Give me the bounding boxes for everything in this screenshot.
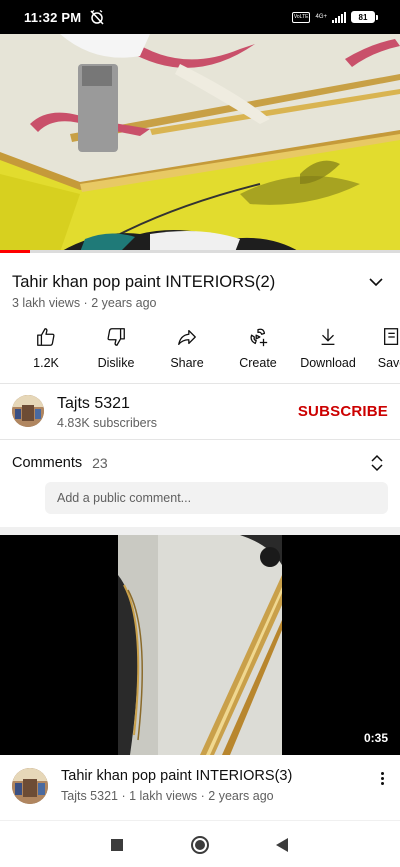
next-video-title[interactable]: Tahir khan pop paint INTERIORS(3) xyxy=(61,768,292,784)
section-separator xyxy=(0,527,400,535)
channel-row[interactable]: Tajts 5321 4.83K subscribers SUBSCRIBE xyxy=(12,395,388,431)
share-button[interactable]: Share xyxy=(151,326,223,370)
dislike-button[interactable]: Dislike xyxy=(80,326,152,370)
like-button[interactable]: 1.2K xyxy=(10,326,82,370)
share-label: Share xyxy=(170,356,204,370)
thumbs-down-icon xyxy=(107,328,125,346)
create-button[interactable]: Create xyxy=(222,326,294,370)
subscriber-count: 4.83K subscribers xyxy=(57,416,158,430)
system-navigation-bar xyxy=(0,820,400,867)
channel-avatar[interactable] xyxy=(12,395,44,427)
battery-level: 81 xyxy=(351,11,375,23)
status-time: 11:32 PM xyxy=(24,9,82,25)
save-button[interactable]: Save xyxy=(356,326,400,370)
status-icons: VoLTE 4G+ 81 xyxy=(291,11,378,23)
next-channel-avatar[interactable] xyxy=(12,768,48,804)
video-player[interactable] xyxy=(0,34,400,252)
like-count: 1.2K xyxy=(33,356,59,370)
action-bar: 1.2K Dislike Share Create Download Sav xyxy=(0,326,400,376)
share-icon xyxy=(178,329,196,345)
divider xyxy=(0,439,400,440)
download-icon xyxy=(321,328,335,345)
unfold-icon xyxy=(371,454,383,472)
alarm-off-icon xyxy=(90,9,104,25)
comments-count: 23 xyxy=(92,455,108,471)
back-button[interactable] xyxy=(270,833,294,857)
channel-name[interactable]: Tajts 5321 xyxy=(57,395,130,413)
next-video-meta: Tajts 5321 · 1 lakh views · 2 years ago xyxy=(61,789,274,803)
back-icon xyxy=(276,838,288,852)
comment-input[interactable]: Add a public comment... xyxy=(45,482,388,514)
next-video-thumbnail[interactable]: 0:35 xyxy=(0,535,400,755)
network-type: 4G+ xyxy=(315,13,327,20)
divider xyxy=(0,383,400,384)
signal-icon xyxy=(332,11,346,23)
comments-expand-button[interactable] xyxy=(366,452,388,474)
download-button[interactable]: Download xyxy=(292,326,364,370)
comments-label: Comments xyxy=(12,455,83,471)
video-title-row[interactable]: Tahir khan pop paint INTERIORS(2) xyxy=(12,270,388,294)
save-icon xyxy=(384,328,399,345)
thumbnail-image xyxy=(0,535,400,755)
status-bar: 11:32 PM VoLTE 4G+ 81 xyxy=(0,0,400,34)
home-icon xyxy=(191,836,209,854)
create-icon xyxy=(250,328,268,347)
progress-bar[interactable] xyxy=(0,250,400,253)
video-meta: 3 lakh views · 2 years ago xyxy=(12,296,157,310)
volte-badge: VoLTE xyxy=(291,11,311,23)
more-options-icon[interactable] xyxy=(376,768,388,788)
recents-icon xyxy=(111,839,123,851)
expand-description-button[interactable] xyxy=(364,270,388,294)
download-label: Download xyxy=(300,356,356,370)
recents-button[interactable] xyxy=(105,833,129,857)
create-label: Create xyxy=(239,356,277,370)
save-label: Save xyxy=(377,356,400,370)
thumbs-up-icon xyxy=(37,328,55,346)
progress-fill xyxy=(0,250,30,253)
battery-icon: 81 xyxy=(351,11,378,23)
comments-header[interactable]: Comments 23 xyxy=(12,452,388,474)
dislike-label: Dislike xyxy=(97,356,135,370)
home-button[interactable] xyxy=(188,833,212,857)
chevron-down-icon xyxy=(369,278,383,287)
subscribe-button[interactable]: SUBSCRIBE xyxy=(298,403,388,420)
duration-badge: 0:35 xyxy=(359,729,392,747)
video-title: Tahir khan pop paint INTERIORS(2) xyxy=(12,273,276,291)
video-frame xyxy=(0,34,400,252)
next-video-info[interactable]: Tahir khan pop paint INTERIORS(3) Tajts … xyxy=(12,768,388,808)
